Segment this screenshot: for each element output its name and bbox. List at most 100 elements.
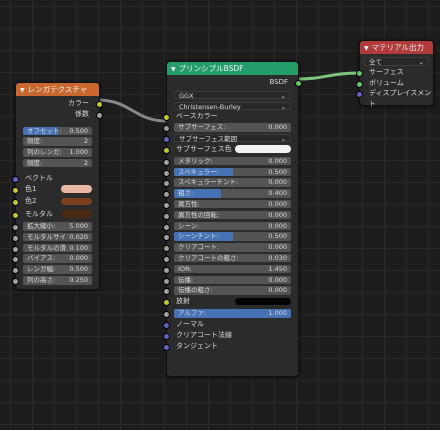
bsdf-param-field[interactable]: 伝播の粗さ: 0.000 — [163, 285, 298, 296]
bsdf-param-input-socket[interactable] — [163, 255, 170, 263]
mortar-smooth-input-socket[interactable] — [12, 245, 19, 253]
material-output-header[interactable]: ▼ マテリアル出力 — [360, 41, 433, 54]
mortar-swatch[interactable] — [61, 210, 92, 218]
scale-field[interactable]: 拡大縮小: 5.000 — [12, 221, 99, 232]
surface-input-socket[interactable] — [356, 69, 363, 77]
emission-input-socket[interactable] — [163, 299, 170, 307]
bsdf-param-input-socket[interactable] — [163, 169, 170, 177]
bias-label: バイアス: — [27, 254, 56, 263]
bsdf-param-input-socket[interactable] — [163, 158, 170, 166]
brick-width-input-socket[interactable] — [12, 267, 19, 275]
bsdf-param-input-socket[interactable] — [163, 266, 170, 274]
bias-field[interactable]: バイアス: 0.000 — [12, 253, 99, 264]
row-height-input-socket[interactable] — [12, 278, 19, 286]
distribution-select[interactable]: GGX ⌄ — [167, 90, 298, 101]
bsdf-param-field[interactable]: シーン: 0.000 — [163, 221, 298, 232]
tangent-input-socket[interactable] — [163, 343, 170, 351]
scale-input-socket[interactable] — [12, 224, 19, 232]
subsurface-field[interactable]: サブサーフェス: 0.000 — [163, 122, 298, 133]
factor-output-socket[interactable] — [96, 111, 103, 119]
bsdf-param-field[interactable]: 粗さ: 0.400 — [163, 188, 298, 199]
bsdf-param-input-socket[interactable] — [163, 234, 170, 242]
collapse-triangle-icon[interactable]: ▼ — [171, 66, 176, 73]
mortar-size-label: モルタルサイズ: — [27, 232, 66, 241]
bsdf-param-field[interactable]: スペキュラーチント: 0.000 — [163, 177, 298, 188]
bsdf-param-value: 0.400 — [268, 189, 287, 198]
mortar-smooth-field[interactable]: モルタルの滑らか:0.100 — [12, 243, 99, 254]
clearcoat-normal-input-socket[interactable] — [163, 332, 170, 340]
volume-input-socket[interactable] — [356, 80, 363, 88]
row-height-field[interactable]: 列の高さ: 0.250 — [12, 275, 99, 286]
target-select[interactable]: 全て ⌄ — [360, 56, 433, 67]
subsurface-method-select[interactable]: Christensen-Burley ⌄ — [167, 101, 298, 112]
collapse-triangle-icon[interactable]: ▼ — [364, 45, 369, 52]
brick-width-field[interactable]: レンガ幅: 0.500 — [12, 264, 99, 275]
bsdf-param-label: IOR: — [178, 264, 192, 273]
output-color-label: カラー — [68, 99, 89, 107]
subsurface-color-swatch[interactable] — [235, 145, 291, 153]
mortar-size-field[interactable]: モルタルサイズ:0.020 — [12, 232, 99, 243]
vector-input-socket[interactable] — [12, 175, 19, 183]
bsdf-param-input-socket[interactable] — [163, 277, 170, 285]
brick-texture-node[interactable]: ▼ レンガテクスチャ カラー 係数 オフセット: 0.500 頻度: 2 列のレンガ:… — [12, 82, 103, 290]
output-factor: 係数 — [16, 109, 103, 120]
subsurface-color-input-socket[interactable] — [163, 146, 170, 154]
normal-input-socket[interactable] — [163, 321, 170, 329]
offset-frequency-label: 頻度: — [27, 137, 43, 146]
bsdf-param-label: スペキュラーチント: — [178, 178, 239, 187]
bsdf-param-field[interactable]: 異方性の回転: 0.000 — [163, 210, 298, 221]
subsurface-range-select[interactable]: サブサーフェス範囲 ⌄ — [163, 133, 298, 144]
material-output-title: マテリアル出力 — [371, 43, 425, 52]
bsdf-node-header[interactable]: ▼ プリンシプルBSDF — [167, 62, 298, 75]
bsdf-param-field[interactable]: スペキュラー: 0.500 — [163, 167, 298, 178]
bsdf-param-field[interactable]: メタリック: 0.000 — [163, 156, 298, 167]
color1-swatch[interactable] — [61, 185, 92, 193]
bsdf-param-field[interactable]: 異方性: 0.000 — [163, 199, 298, 210]
color2-input-socket[interactable] — [12, 199, 19, 207]
bsdf-param-input-socket[interactable] — [163, 288, 170, 296]
mortar-label: モルタル — [25, 209, 53, 218]
mortar-smooth-label: モルタルの滑らか: — [27, 243, 66, 252]
mortar-size-input-socket[interactable] — [12, 234, 19, 242]
bsdf-param-field[interactable]: クリアコート: 0.000 — [163, 242, 298, 253]
tangent-label: タンジェント — [176, 341, 218, 350]
squash-frequency-field[interactable]: 頻度: 2 — [16, 158, 99, 169]
bsdf-param-input-socket[interactable] — [163, 180, 170, 188]
offset-field[interactable]: オフセット: 0.500 — [16, 126, 99, 137]
principled-bsdf-node[interactable]: ▼ プリンシプルBSDF BSDF GGX ⌄ Christensen-Burley… — [163, 61, 302, 377]
bsdf-param-field[interactable]: 伝播: 0.000 — [163, 275, 298, 286]
base-color-input-socket[interactable] — [163, 114, 170, 122]
bsdf-param-input-socket[interactable] — [163, 245, 170, 253]
bsdf-param-value: 0.000 — [268, 156, 287, 165]
bsdf-param-field[interactable]: シーンチント: 0.500 — [163, 231, 298, 242]
bsdf-param-field[interactable]: クリアコートの粗さ: 0.030 — [163, 253, 298, 264]
bsdf-param-input-socket[interactable] — [163, 212, 170, 220]
squash-field[interactable]: 列のレンガ: 1.000 — [16, 147, 99, 158]
subsurface-method-value: Christensen-Burley — [179, 102, 241, 111]
color-output-socket[interactable] — [96, 101, 103, 108]
offset-frequency-field[interactable]: 頻度: 2 — [16, 136, 99, 147]
subsurface-range-input-socket[interactable] — [163, 135, 170, 143]
brick-node-header[interactable]: ▼ レンガテクスチャ — [16, 83, 99, 96]
bsdf-param-field[interactable]: IOR: 1.450 — [163, 264, 298, 275]
collapse-triangle-icon[interactable]: ▼ — [20, 87, 25, 94]
emission-swatch[interactable] — [235, 297, 291, 306]
alpha-input-socket[interactable] — [163, 311, 170, 319]
bsdf-param-label: クリアコート: — [178, 243, 220, 252]
bsdf-param-input-socket[interactable] — [163, 191, 170, 199]
bsdf-param-input-socket[interactable] — [163, 223, 170, 231]
mortar-input-socket[interactable] — [12, 211, 19, 219]
bias-input-socket[interactable] — [12, 256, 19, 264]
displacement-input-socket[interactable] — [356, 91, 363, 99]
alpha-field[interactable]: アルファ: 1.000 — [163, 308, 298, 319]
scale-value: 5.000 — [69, 222, 88, 231]
surface-label: サーフェス — [369, 67, 404, 76]
color2-swatch[interactable] — [61, 197, 92, 206]
material-output-node[interactable]: ▼ マテリアル出力 全て ⌄ サーフェス ボリューム ディスプレイスメント — [356, 40, 434, 108]
bsdf-param-input-socket[interactable] — [163, 201, 170, 209]
bsdf-output-socket[interactable] — [295, 80, 302, 87]
subsurface-input-socket[interactable] — [163, 125, 170, 133]
bsdf-param-value: 0.000 — [268, 243, 287, 252]
color1-input-socket[interactable] — [12, 186, 19, 194]
tangent-input: タンジェント — [163, 341, 298, 352]
